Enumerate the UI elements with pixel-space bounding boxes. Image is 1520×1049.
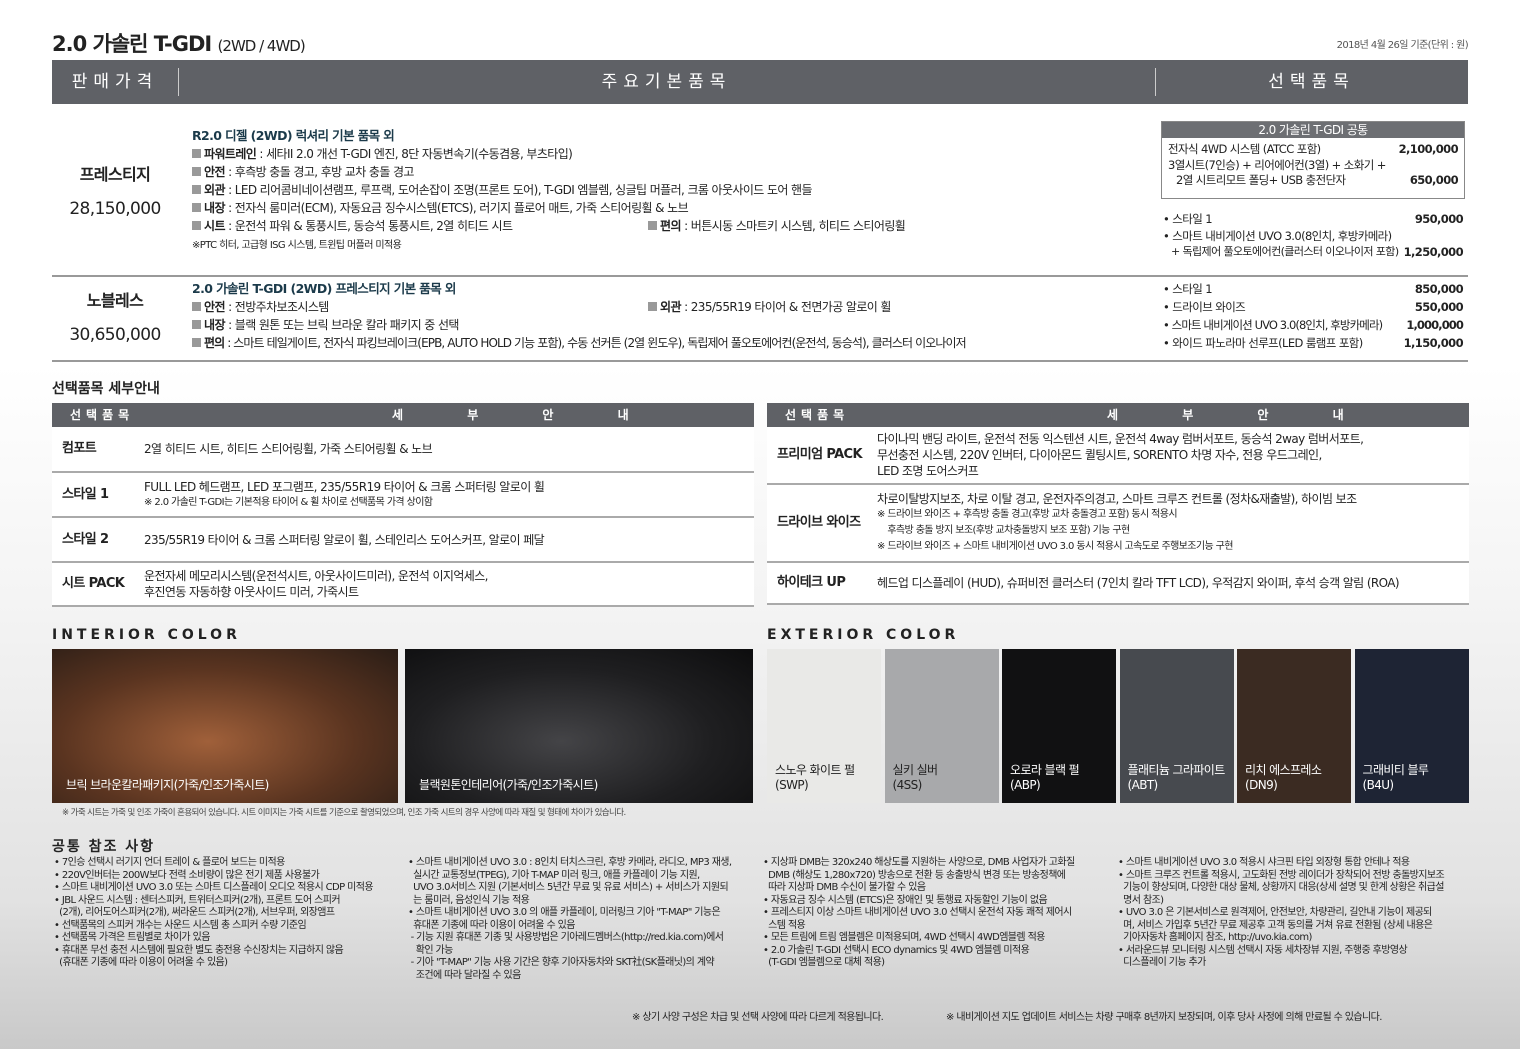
title-sub: (2WD / 4WD): [217, 37, 306, 55]
trim-price: 30,650,000: [69, 325, 161, 345]
note-item: • 선택품목 가격은 트림별로 차이가 있음: [54, 932, 210, 943]
prestige-options: • 스타일 1 950,000 • 스마트 내비게이션 UVO 3.0(8인치, …: [1163, 210, 1464, 260]
table-row: 프리미엄 PACK 다이나믹 밴딩 라이트, 운전석 전동 익스텐션 시트, 운전…: [767, 427, 1469, 485]
table-header: 선택품목 세 부 안 내: [52, 403, 754, 427]
spec-line: 편의 : 스마트 테일게이트, 전자식 파킹브레이크(EPB, AUTO HOL…: [192, 334, 1152, 352]
table-row: 하이테크 UP 헤드업 디스플레이 (HUD), 슈퍼비전 클러스터 (7인치 칼…: [767, 563, 1469, 605]
note-item: • 프레스티지 이상 스마트 내비게이션 UVO 3.0 선택시 운전석 자동 …: [763, 907, 1072, 931]
notes-column: • 스마트 내비게이션 UVO 3.0 : 8인치 터치스크린, 후방 카메라,…: [408, 857, 758, 982]
table-row: 컴포트 2열 히티드 시트, 히티드 스티어링휠, 가죽 스티어링휠 & 노브: [52, 427, 754, 473]
interior-note: ※ 가죽 시트는 가죽 및 인조 가죽이 혼용되어 있습니다. 시트 이미지는 …: [62, 808, 626, 818]
option-detail-table-left: 선택품목 세 부 안 내 컴포트 2열 히티드 시트, 히티드 스티어링휠, 가죽 …: [52, 403, 754, 607]
note-item: • 220V인버터는 200W보다 전력 소비량이 많은 전기 제품 사용불가: [54, 869, 320, 881]
notes-title: 공통 참조 사항: [52, 839, 156, 855]
note-item: • 서라운드뷰 모니터링 시스템 선택시 자동 세차장뷰 지원, 주행중 후방영…: [1118, 944, 1408, 969]
trim-prestige: 프레스티지 28,150,000: [52, 158, 178, 226]
notes-column: • 7인승 선택시 러기지 언더 트레이 & 플로어 보드는 미적용 • 220V…: [54, 857, 404, 970]
table-row: 스타일 1 FULL LED 헤드램프, LED 포그램프, 235/55R19 …: [52, 473, 754, 518]
option-row: • 스마트 내비게이션 UVO 3.0(8인치, 후방카메라) 1,000,000: [1163, 318, 1464, 332]
option-row: • 스마트 내비게이션 UVO 3.0(8인치, 후방카메라) + 독립제어 풀오…: [1163, 229, 1464, 259]
notes-column: • 지상파 DMB는 320x240 해상도를 지원하는 사양으로, DMB 사…: [763, 857, 1113, 970]
spec-line: 외관 : LED 리어콤비네이션램프, 루프랙, 도어손잡이 조명(프론트 도어…: [192, 181, 1142, 199]
spec-note: ※PTC 히터, 고급형 ISG 시스템, 트윈팁 머플러 미적용: [192, 240, 402, 251]
note-item: • 스마트 내비게이션 UVO 3.0 또는 스마트 디스플레이 오디오 적용시…: [54, 882, 374, 893]
note-item: • 선택품목의 스피커 개수는 사운드 시스템 총 스피커 수량 기준임: [54, 919, 307, 931]
option-row: 3열시트(7인승) + 리어에어컨(3열) + 소화기 +2열 시트리모트 폴딩…: [1168, 158, 1459, 187]
option-row: • 스타일 1 950,000: [1163, 212, 1464, 226]
interior-photo-brown: 브릭 브라운칼라패키지(가죽/인조가죽시트): [52, 649, 398, 803]
exterior-swatch: 리치 에스프레소 (DN9): [1237, 649, 1351, 803]
price-table-header: 판매가격 주요기본품목 선택품목: [52, 60, 1468, 104]
notes-column: • 스마트 내비게이션 UVO 3.0 적용시 샤크핀 타입 외장형 통합 안테…: [1118, 857, 1468, 970]
exterior-swatch: 그래비티 블루 (B4U): [1354, 649, 1469, 803]
note-item: • 스마트 내비게이션 UVO 3.0 : 8인치 터치스크린, 후방 카메라,…: [408, 857, 732, 906]
trim-price: 28,150,000: [69, 199, 161, 219]
note-item: • 7인승 선택시 러기지 언더 트레이 & 플로어 보드는 미적용: [54, 857, 285, 868]
spec-line: 내장 : 전자식 룸미러(ECM), 자동요금 징수시스템(ETCS), 러기지…: [192, 199, 1142, 217]
title-main: 2.0 가솔린 T-GDI: [52, 32, 212, 56]
header-options: 선택품목: [1268, 72, 1355, 92]
date-unit: 2018년 4월 26일 기준(단위 : 원): [1336, 40, 1469, 51]
note-item: • 스마트 크루즈 컨트롤 적용시, 고도화된 전방 레이더가 장착되어 전방 …: [1118, 869, 1445, 906]
note-item: • 2.0 가솔린 T-GDI 선택시 ECO dynamics 및 4WD 엠…: [763, 944, 1030, 969]
note-item: • UVO 3.0 은 기본서비스로 원격제어, 안전보안, 차량관리, 길안내…: [1118, 907, 1433, 943]
trim-name: 노블레스: [86, 291, 144, 310]
row-divider: [52, 275, 1468, 277]
note-item: • 모든 트림에 트림 엠블렘은 미적용되며, 4WD 선택시 4WD엠블렘 적…: [763, 932, 1045, 943]
base-label: 2.0 가솔린 T-GDI (2WD) 프레스티지 기본 품목 외: [192, 281, 456, 296]
note-item: - 기아 "T-MAP" 기능 사용 기간은 향후 기아자동차와 SKT社(SK…: [410, 957, 715, 981]
spec-line: 시트 : 운전석 파워 & 통풍시트, 동승석 통풍시트, 2열 히티드 시트 …: [192, 217, 1142, 235]
noblesse-options: • 스타일 1 850,000 • 드라이브 와이즈 550,000 • 스마트 내…: [1163, 280, 1464, 352]
option-row: 전자식 4WD 시스템 (ATCC 포함) 2,100,000: [1168, 142, 1459, 156]
footer-note-left: ※ 상기 사양 구성은 차급 및 선택 사양에 따라 다르게 적용됩니다.: [632, 1012, 884, 1023]
option-row: • 와이드 파노라마 선루프(LED 룸램프 포함) 1,150,000: [1163, 336, 1464, 350]
spec-line: 안전 : 후측방 충돌 경고, 후방 교차 충돌 경고: [192, 163, 1142, 181]
common-options-title: 2.0 가솔린 T-GDI 공통: [1162, 122, 1464, 138]
option-detail-table-right: 선택품목 세 부 안 내 프리미엄 PACK 다이나믹 밴딩 라이트, 운전석 전동…: [767, 403, 1469, 605]
table-row: 스타일 2 235/55R19 타이어 & 크롬 스퍼터링 알로이 휠, 스테인리…: [52, 518, 754, 563]
prestige-basic-items: R2.0 디젤 (2WD) 럭셔리 기본 품목 외 파워트레인 : 세타II 2…: [192, 127, 1142, 255]
note-item: • 지상파 DMB는 320x240 해상도를 지원하는 사양으로, DMB 사…: [763, 857, 1075, 893]
spec-line: 내장 : 블랙 원톤 또는 브릭 브라운 칼라 패키지 중 선택: [192, 316, 1152, 334]
spec-line: 파워트레인 : 세타II 2.0 개선 T-GDI 엔진, 8단 자동변속기(수…: [192, 145, 1142, 163]
note-item: - 기능 지원 휴대폰 기종 및 사용방법은 기아레드멤버스(http://re…: [410, 932, 724, 956]
note-item: • 휴대폰 무선 충전 시스템에 필요한 별도 충전용 수신장치는 지급하지 않…: [54, 944, 344, 969]
table-row: 드라이브 와이즈 차로이탈방지보조, 차로 이탈 경고, 운전자주의경고, 스마트…: [767, 485, 1469, 563]
option-row: • 스타일 1 850,000: [1163, 282, 1464, 296]
base-label: R2.0 디젤 (2WD) 럭셔리 기본 품목 외: [192, 128, 395, 143]
exterior-swatch: 스노우 화이트 펄 (SWP): [767, 649, 881, 803]
row-divider: [52, 360, 1468, 362]
exterior-swatch: 오로라 블랙 펄 (ABP): [1002, 649, 1116, 803]
note-item: • JBL 사운드 시스템 : 센터스피커, 트위터스피커(2개), 프론트 도…: [54, 894, 341, 919]
option-detail-title: 선택품목 세부안내: [52, 381, 160, 397]
trim-noblesse: 노블레스 30,650,000: [52, 284, 178, 352]
header-basic: 주요기본품목: [601, 72, 732, 92]
table-header: 선택품목 세 부 안 내: [767, 403, 1469, 427]
trim-name: 프레스티지: [79, 165, 151, 184]
exterior-swatch: 플래티늄 그라파이트 (ABT): [1119, 649, 1234, 803]
exterior-swatch: 실키 실버 (4SS): [884, 649, 999, 803]
interior-color-title: INTERIOR COLOR: [52, 627, 241, 643]
option-row: • 드라이브 와이즈 550,000: [1163, 300, 1464, 314]
interior-photo-black: 블랙원톤인테리어(가죽/인조가죽시트): [405, 649, 753, 803]
noblesse-basic-items: 2.0 가솔린 T-GDI (2WD) 프레스티지 기본 품목 외 안전 : 전…: [192, 280, 1152, 352]
page-title: 2.0 가솔린 T-GDI (2WD / 4WD): [52, 28, 306, 58]
common-options-box: 2.0 가솔린 T-GDI 공통 전자식 4WD 시스템 (ATCC 포함) 2,…: [1161, 121, 1465, 199]
header-price: 판매가격: [71, 72, 159, 92]
note-item: • 스마트 내비게이션 UVO 3.0 적용시 샤크핀 타입 외장형 통합 안테…: [1118, 857, 1410, 868]
exterior-color-title: EXTERIOR COLOR: [767, 627, 960, 643]
spec-line: 안전 : 전방주차보조시스템 외관 : 235/55R19 타이어 & 전면가공…: [192, 298, 1152, 316]
table-row: 시트 PACK 운전자세 메모리시스템(운전석시트, 아웃사이드미러), 운전석 …: [52, 563, 754, 607]
note-item: • 스마트 내비게이션 UVO 3.0 의 애플 카플레이, 미러링크 기아 "…: [408, 907, 721, 931]
footer-note-right: ※ 내비게이션 지도 업데이트 서비스는 차량 구매후 8년까지 보장되며, 이…: [946, 1012, 1382, 1023]
note-item: • 자동요금 징수 시스템 (ETCS)은 장애인 및 통행료 자동할인 기능이…: [763, 894, 1048, 906]
